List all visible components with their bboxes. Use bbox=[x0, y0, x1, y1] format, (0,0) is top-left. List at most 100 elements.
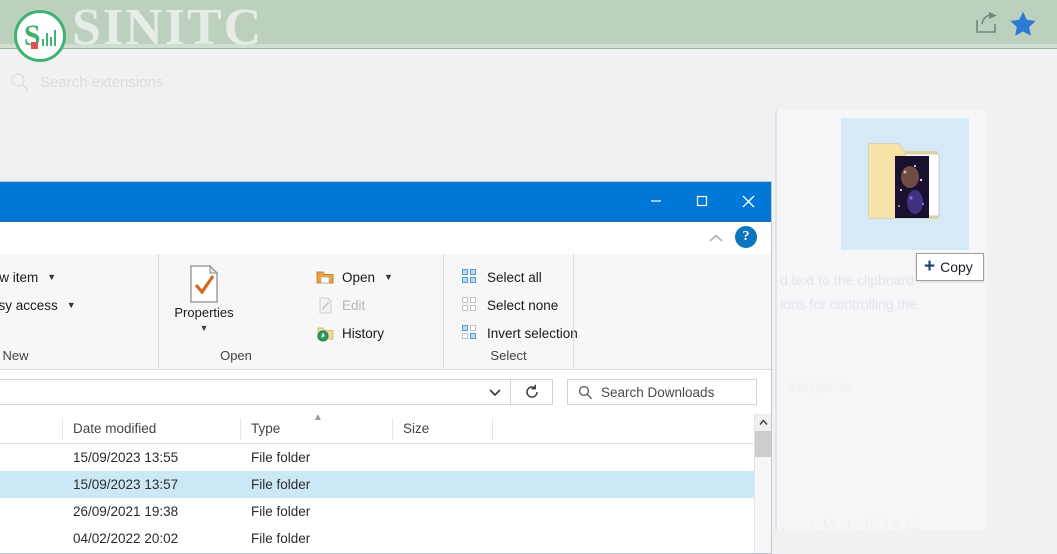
ghost-text-line-4: ortcut, Mou... 023 9:12 bbox=[780, 516, 920, 532]
easy-access-button[interactable]: Easy access ▼ bbox=[0, 292, 82, 318]
column-header-size[interactable]: Size bbox=[393, 418, 493, 440]
column-header-date[interactable]: Date modified bbox=[63, 418, 241, 440]
chevron-down-icon[interactable]: ▼ bbox=[67, 300, 76, 310]
search-placeholder: Search Downloads bbox=[601, 385, 714, 400]
drag-copy-label: Copy bbox=[940, 259, 973, 275]
open-folder-icon bbox=[315, 267, 335, 287]
properties-button[interactable]: Properties ▼ bbox=[173, 262, 235, 335]
ghost-text-line-3: ikuiigarine bbox=[788, 378, 851, 394]
ribbon-group-label-new: New bbox=[0, 348, 158, 370]
new-group-items: New item ▼ bbox=[0, 262, 82, 318]
search-input[interactable]: Search Downloads bbox=[567, 379, 757, 405]
cell-name: 6bb748 bbox=[0, 477, 63, 492]
table-row[interactable]: 6bb748 15/09/2023 13:57 File folder bbox=[0, 471, 771, 498]
cell-date: 15/09/2023 13:55 bbox=[63, 450, 241, 465]
logo-dot-icon bbox=[31, 42, 38, 49]
explorer-title-bar[interactable] bbox=[0, 182, 771, 222]
column-header-row: Date modified Type ▲ Size bbox=[0, 414, 771, 444]
column-header-type-label: Type bbox=[251, 421, 280, 436]
properties-label: Properties bbox=[174, 306, 233, 320]
extension-search-row[interactable]: Search extensions bbox=[10, 72, 163, 92]
cell-date: 15/09/2023 13:57 bbox=[63, 477, 241, 492]
open-label: Open bbox=[342, 270, 375, 285]
scroll-up-button[interactable] bbox=[755, 414, 771, 431]
ribbon-group-select: Select all Select no bbox=[443, 254, 573, 370]
properties-icon bbox=[187, 262, 221, 306]
history-label: History bbox=[342, 326, 384, 341]
easy-access-label: Easy access bbox=[0, 298, 58, 313]
invert-selection-icon bbox=[460, 323, 480, 343]
cell-type: File folder bbox=[241, 531, 393, 546]
select-none-button[interactable]: Select none bbox=[458, 292, 584, 318]
new-item-label: New item bbox=[0, 270, 38, 285]
chevron-down-icon[interactable] bbox=[488, 385, 502, 399]
ribbon-group-open: Properties ▼ Open bbox=[158, 254, 313, 370]
cell-type: File folder bbox=[241, 504, 393, 519]
plus-icon: + bbox=[924, 257, 935, 276]
drag-image-tile[interactable] bbox=[841, 118, 969, 250]
edit-button: Edit bbox=[313, 292, 399, 318]
select-all-button[interactable]: Select all bbox=[458, 264, 584, 290]
ribbon-group-new: New folder bbox=[0, 254, 158, 370]
ghost-text-line-2: ions for controlling the bbox=[780, 296, 917, 312]
cell-date: 04/02/2022 20:02 bbox=[63, 531, 241, 546]
search-icon bbox=[10, 72, 30, 92]
column-header-name[interactable] bbox=[0, 418, 63, 440]
close-button[interactable] bbox=[725, 182, 771, 220]
history-icon bbox=[315, 323, 335, 343]
ribbon-group-label-select: Select bbox=[444, 348, 573, 370]
cell-name: e Cont... bbox=[0, 531, 63, 546]
search-icon bbox=[578, 385, 593, 400]
column-header-type[interactable]: Type ▲ bbox=[241, 418, 393, 440]
star-icon[interactable] bbox=[1009, 10, 1037, 38]
edit-label: Edit bbox=[342, 298, 365, 313]
open-button[interactable]: Open ▼ bbox=[313, 264, 399, 290]
refresh-button[interactable] bbox=[511, 379, 553, 405]
cell-date: 26/09/2021 19:38 bbox=[63, 504, 241, 519]
ribbon-top-bar: ? bbox=[0, 222, 771, 254]
address-bar-row: Search Downloads bbox=[0, 370, 771, 414]
file-list: Date modified Type ▲ Size 0f2a61 15/09/2… bbox=[0, 414, 771, 554]
select-all-label: Select all bbox=[487, 270, 542, 285]
maximize-button[interactable] bbox=[679, 182, 725, 220]
ribbon-group-open-items: Open ▼ Edit bbox=[313, 254, 443, 370]
invert-selection-label: Invert selection bbox=[487, 326, 578, 341]
brand-wordmark: SINITC bbox=[72, 2, 263, 54]
file-explorer-window: ? New folder bbox=[0, 181, 772, 554]
edit-icon bbox=[315, 295, 335, 315]
new-item-button[interactable]: New item ▼ bbox=[0, 264, 82, 290]
share-icon[interactable] bbox=[975, 12, 999, 34]
address-path-field[interactable] bbox=[0, 379, 511, 405]
table-row[interactable]: 0f2a61 15/09/2023 13:55 File folder bbox=[0, 444, 771, 471]
chevron-down-icon[interactable]: ▼ bbox=[384, 272, 393, 282]
chevron-down-icon[interactable]: ▼ bbox=[47, 272, 56, 282]
history-button[interactable]: History bbox=[313, 320, 399, 346]
ribbon-filler bbox=[573, 254, 771, 370]
cell-type: File folder bbox=[241, 477, 393, 492]
select-none-icon bbox=[460, 295, 480, 315]
chevron-down-icon[interactable]: ▼ bbox=[200, 321, 209, 335]
folder-drag-image-icon bbox=[865, 132, 949, 232]
cell-name: 0f2a61 bbox=[0, 450, 63, 465]
sort-ascending-icon: ▲ bbox=[313, 412, 323, 423]
logo-bars-icon bbox=[42, 26, 57, 46]
table-row[interactable]: 26/09/2021 19:38 File folder bbox=[0, 498, 771, 525]
ribbon-group-label-open-spacer bbox=[313, 348, 443, 370]
brand-logo: S bbox=[14, 10, 66, 62]
cell-type: File folder bbox=[241, 450, 393, 465]
collapse-ribbon-button[interactable] bbox=[705, 228, 727, 248]
ribbon: New folder bbox=[0, 254, 771, 370]
ghost-text-line-1: d text to the clipboard bbox=[780, 272, 914, 288]
ribbon-group-label-open: Open bbox=[159, 348, 313, 370]
drag-copy-tooltip: + Copy bbox=[916, 253, 984, 281]
window-controls bbox=[633, 182, 771, 220]
select-all-icon bbox=[460, 267, 480, 287]
extension-search-placeholder: Search extensions bbox=[40, 74, 163, 91]
minimize-button[interactable] bbox=[633, 182, 679, 220]
vertical-scrollbar[interactable] bbox=[754, 414, 771, 554]
invert-selection-button[interactable]: Invert selection bbox=[458, 320, 584, 346]
screen: Search extensions d text to the clipboar… bbox=[0, 0, 1057, 554]
help-button[interactable]: ? bbox=[735, 226, 757, 248]
scrollbar-thumb[interactable] bbox=[755, 431, 771, 457]
table-row[interactable]: e Cont... 04/02/2022 20:02 File folder bbox=[0, 525, 771, 552]
